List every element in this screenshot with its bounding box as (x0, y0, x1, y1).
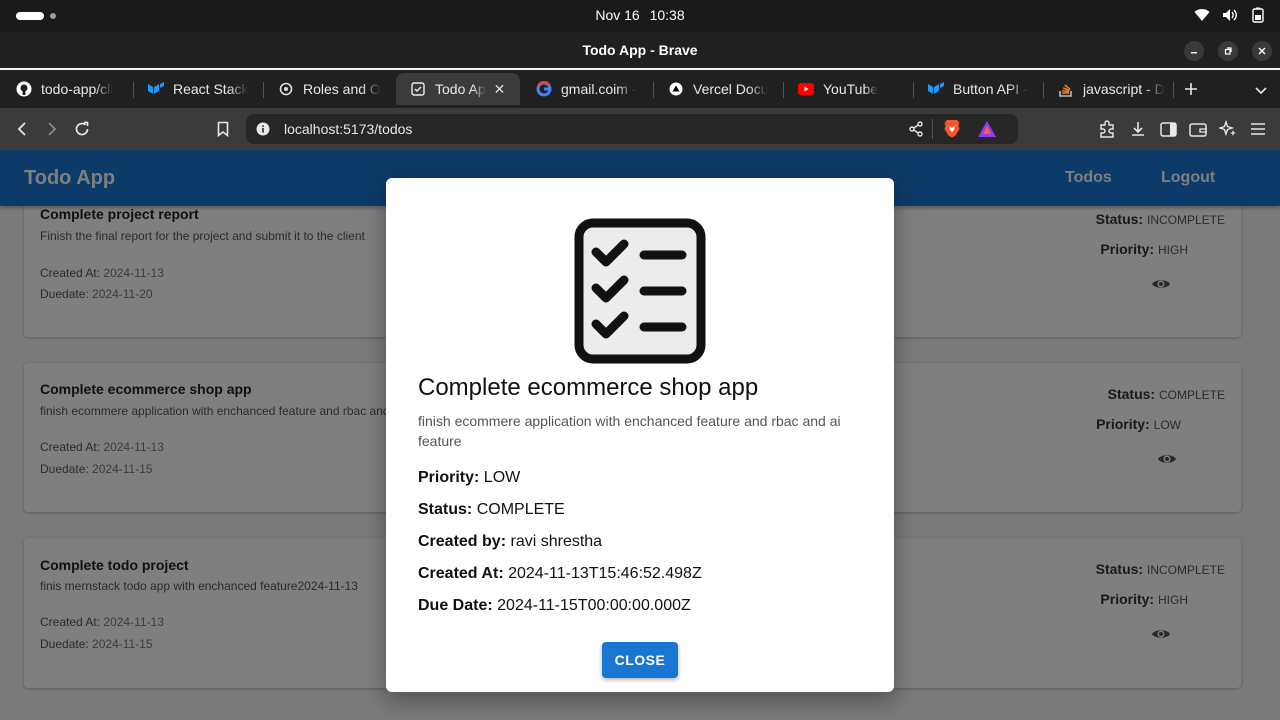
tab-button-api[interactable]: Button API - (914, 73, 1042, 105)
status-value: COMPLETE (476, 501, 565, 518)
brave-shields-icon[interactable] (944, 119, 960, 143)
tab-search-chevron-down-icon[interactable] (1254, 83, 1270, 99)
tab-label: Button API - (953, 81, 1028, 97)
minimize-icon (1191, 52, 1197, 54)
github-icon (16, 81, 32, 97)
tab-label: Vercel Docu (693, 81, 769, 97)
created-at-value: 2024-11-13T15:46:52.498Z (508, 565, 702, 582)
browser-toolbar: localhost:5173/todos (0, 108, 1280, 150)
modal-created-at: Created At: 2024-11-13T15:46:52.498Z (418, 565, 702, 583)
stackoverflow-icon (1058, 81, 1074, 97)
os-top-bar: Nov 16 10:38 (0, 0, 1280, 32)
address-divider (932, 119, 933, 139)
share-icon[interactable] (908, 121, 924, 142)
maximize-button[interactable] (1218, 41, 1238, 61)
tab-close-icon[interactable]: ✕ (494, 81, 506, 98)
menu-icon[interactable] (1248, 119, 1268, 139)
leo-ai-icon[interactable] (1218, 119, 1238, 139)
tab-react-stack[interactable]: React Stack (134, 73, 262, 105)
brave-rewards-icon[interactable] (978, 121, 996, 142)
sidebar-icon[interactable] (1158, 119, 1178, 139)
tab-github[interactable]: todo-app/cli (2, 73, 130, 105)
close-window-button[interactable] (1252, 41, 1272, 61)
download-icon[interactable] (1128, 119, 1148, 139)
browser-title-bar: Todo App - Brave (0, 32, 1280, 68)
tab-label: React Stack (173, 81, 249, 97)
tab-label: Roles and O (303, 81, 381, 97)
tab-todo-app[interactable]: Todo Ap ✕ (396, 73, 520, 105)
wifi-icon (1194, 7, 1210, 23)
extensions-icon[interactable] (1097, 119, 1117, 139)
modal-description: finish ecommere application with enchanc… (418, 413, 841, 449)
battery-icon (1250, 7, 1266, 23)
restore-icon (1224, 47, 1232, 55)
mui-icon (148, 81, 164, 97)
youtube-icon (798, 81, 814, 97)
os-time: 10:38 (649, 7, 685, 23)
tab-label: Todo Ap (435, 81, 486, 97)
window-title: Todo App - Brave (582, 42, 698, 58)
address-bar[interactable]: localhost:5173/todos (246, 114, 1018, 144)
os-clock[interactable]: Nov 16 10:38 (0, 7, 1280, 23)
priority-value: LOW (483, 469, 521, 486)
tab-separator (1173, 82, 1174, 98)
todo-icon (410, 81, 426, 97)
minimize-button[interactable] (1184, 41, 1204, 61)
tab-label: javascript - D (1083, 81, 1165, 97)
close-icon (1258, 47, 1266, 55)
created-by-value: ravi shrestha (510, 533, 603, 550)
site-info-icon[interactable] (256, 122, 270, 141)
system-tray[interactable] (1194, 7, 1266, 23)
tab-label: todo-app/cli (41, 81, 114, 97)
modal-due-date: Due Date: 2024-11-15T00:00:00.000Z (418, 597, 691, 615)
url-text: localhost:5173/todos (284, 121, 413, 137)
vercel-icon (668, 81, 684, 97)
mui-icon (928, 81, 944, 97)
priority-label: Priority: (418, 469, 480, 486)
tab-label: YouTube (823, 81, 879, 97)
reload-icon[interactable] (72, 119, 92, 139)
os-date: Nov 16 (595, 7, 640, 23)
google-icon (536, 81, 552, 97)
modal-status: Status: COMPLETE (418, 501, 565, 519)
modal-created-by: Created by: ravi shrestha (418, 533, 602, 551)
status-label: Status: (418, 501, 473, 518)
tab-gmail-search[interactable]: gmail.coim - (522, 73, 650, 105)
openai-icon (278, 81, 294, 97)
tab-label: gmail.coim - (561, 81, 637, 97)
due-date-value: 2024-11-15T00:00:00.000Z (497, 597, 691, 614)
close-button[interactable]: CLOSE (602, 642, 678, 678)
todo-detail-modal: Complete ecommerce shop app finish ecomm… (386, 178, 894, 692)
wallet-icon[interactable] (1188, 119, 1208, 139)
created-by-label: Created by: (418, 533, 507, 550)
tab-roles[interactable]: Roles and O (264, 73, 392, 105)
bookmark-icon[interactable] (213, 119, 233, 139)
back-icon[interactable] (12, 119, 32, 139)
forward-icon[interactable] (42, 119, 62, 139)
tab-youtube[interactable]: YouTube (784, 73, 912, 105)
tab-strip: todo-app/cli React Stack Roles and O Tod… (0, 70, 1280, 108)
new-tab-icon[interactable] (1184, 82, 1200, 98)
modal-title: Complete ecommerce shop app (418, 374, 759, 401)
modal-priority: Priority: LOW (418, 469, 520, 487)
created-at-label: Created At: (418, 565, 504, 582)
due-date-label: Due Date: (418, 597, 493, 614)
checklist-icon (574, 218, 706, 364)
tab-javascript[interactable]: javascript - D (1044, 73, 1172, 105)
tab-vercel[interactable]: Vercel Docu (654, 73, 782, 105)
volume-icon (1222, 7, 1238, 23)
